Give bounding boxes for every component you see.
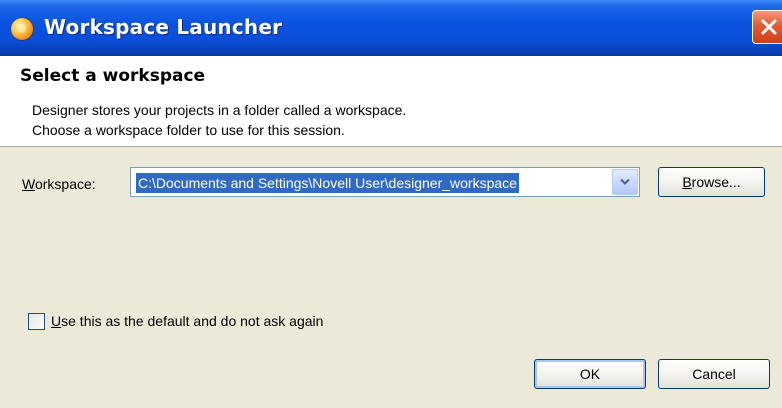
title-bar[interactable]: Workspace Launcher: [0, 0, 782, 56]
default-label-mnemonic: U: [51, 313, 62, 329]
workspace-dropdown-button[interactable]: [612, 169, 638, 195]
chevron-down-icon: [620, 178, 630, 185]
close-button[interactable]: [752, 10, 782, 44]
page-title: Select a workspace: [20, 66, 206, 86]
default-label-text: se this as the default and do not ask ag…: [61, 313, 324, 329]
description-line-1: Designer stores your projects in a folde…: [32, 102, 407, 118]
header-panel: Select a workspace Designer stores your …: [0, 56, 782, 147]
close-x-icon: [761, 19, 777, 35]
workspace-combobox[interactable]: C:\Documents and Settings\Novell User\de…: [130, 167, 640, 197]
default-workspace-checkbox[interactable]: [28, 313, 45, 330]
cancel-button[interactable]: Cancel: [658, 359, 770, 389]
browse-button[interactable]: Browse...: [658, 167, 765, 197]
workspace-label-text: orkspace:: [34, 176, 96, 192]
browse-label: rowse...: [691, 174, 741, 190]
workspace-launcher-dialog: Workspace Launcher Select a workspace De…: [0, 0, 782, 408]
eclipse-orb-icon: [11, 18, 33, 40]
window-title: Workspace Launcher: [44, 15, 283, 39]
workspace-label-mnemonic: W: [22, 176, 35, 192]
ok-button[interactable]: OK: [534, 359, 646, 389]
workspace-path-value[interactable]: C:\Documents and Settings\Novell User\de…: [136, 173, 519, 193]
default-workspace-label[interactable]: Use this as the default and do not ask a…: [51, 313, 323, 329]
browse-mnemonic: B: [682, 174, 692, 190]
description-line-2: Choose a workspace folder to use for thi…: [32, 122, 345, 138]
workspace-label: Workspace:: [22, 176, 96, 192]
